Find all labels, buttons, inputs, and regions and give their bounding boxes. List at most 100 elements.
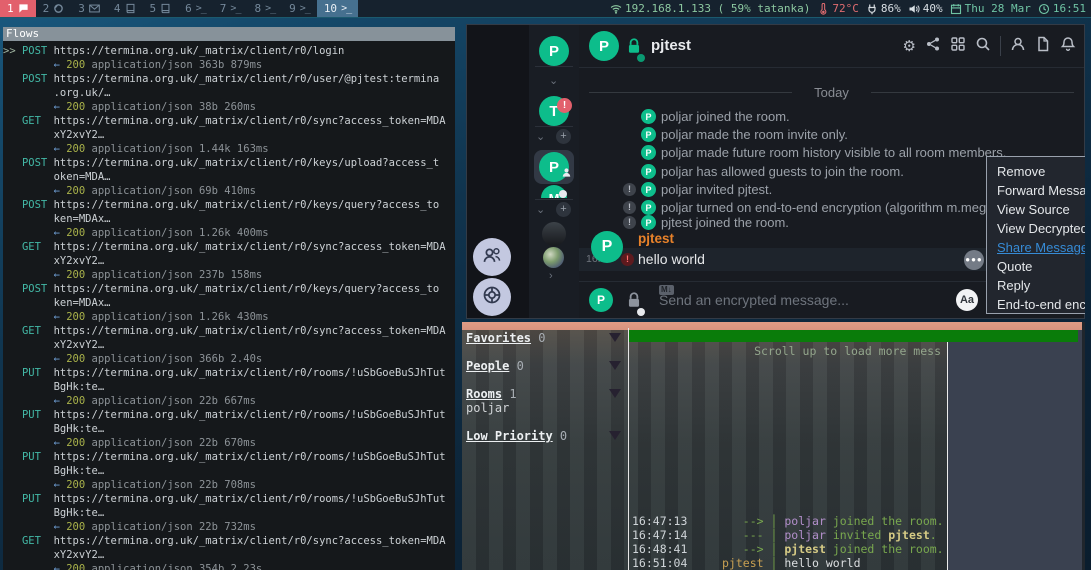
buffer-section-header[interactable]: Rooms 1 (466, 387, 628, 401)
chevron-down-icon[interactable]: ⌄ (549, 76, 558, 86)
flow-row[interactable]: POST https://termina.org.uk/_matrix/clie… (3, 72, 455, 114)
flow-row[interactable]: POST https://termina.org.uk/_matrix/clie… (3, 156, 455, 198)
request-url: https://termina.org.uk/_matrix/client/r0… (54, 493, 446, 505)
menu-item-quote[interactable]: Quote (987, 257, 1085, 276)
flow-request-line: PUT https://termina.org.uk/_matrix/clien… (3, 408, 455, 422)
log-prefix: --- (687, 528, 763, 542)
weechat-window: Favorites 0 People 0 Rooms 1poljar Low Prio… (462, 322, 1085, 570)
community-button[interactable] (473, 238, 511, 276)
menu-item-forward-message[interactable]: Forward Message (987, 181, 1085, 200)
presence-dot (559, 190, 567, 198)
flow-row[interactable]: PUT https://termina.org.uk/_matrix/clien… (3, 366, 455, 408)
http-method: PUT (22, 367, 54, 379)
chevron-right-icon[interactable]: › (549, 271, 553, 281)
workspace-6[interactable]: 6>_ (178, 0, 213, 17)
workspace-8[interactable]: 8>_ (247, 0, 282, 17)
buffer-section-rooms[interactable]: Rooms 1poljar (466, 387, 628, 415)
flow-row[interactable]: PUT https://termina.org.uk/_matrix/clien… (3, 492, 455, 534)
selected-room[interactable]: P (534, 150, 574, 184)
message-options-button[interactable]: ●●● (964, 250, 984, 270)
flow-selected-marker: >> (3, 45, 22, 57)
file-icon[interactable] (1035, 36, 1051, 57)
flow-row[interactable]: PUT https://termina.org.uk/_matrix/clien… (3, 408, 455, 450)
chevron-down-icon[interactable]: ⌄ (536, 205, 545, 215)
flow-row[interactable]: PUT https://termina.org.uk/_matrix/clien… (3, 450, 455, 492)
room-avatar-image[interactable] (542, 222, 566, 246)
member-icon[interactable] (1010, 36, 1026, 57)
text-segment (3, 521, 54, 533)
request-url: xY2xvY2… (3, 255, 104, 267)
buffer-section-header[interactable]: Low Priority 0 (466, 429, 628, 443)
collapse-triangle-icon[interactable] (609, 333, 621, 342)
buffer-item[interactable]: poljar (466, 401, 628, 415)
search-icon[interactable] (975, 36, 991, 57)
menu-item-remove[interactable]: Remove (987, 162, 1085, 181)
system-message-text: poljar joined the room. (661, 109, 790, 125)
add-room-button[interactable]: + (556, 129, 571, 144)
flow-selected-marker (3, 241, 22, 253)
request-url: https://termina.org.uk/_matrix/client/r0… (54, 451, 446, 463)
workspace-9[interactable]: 9>_ (282, 0, 317, 17)
flow-row[interactable]: POST https://termina.org.uk/_matrix/clie… (3, 282, 455, 324)
room-avatar-next-wrap[interactable]: M (541, 185, 567, 198)
buffer-section-header[interactable]: Favorites 0 (466, 331, 628, 345)
buffer-section-favorites[interactable]: Favorites 0 (466, 331, 628, 345)
workspace-1[interactable]: 1 (0, 0, 36, 17)
menu-item-view-source[interactable]: View Source (987, 200, 1085, 219)
share-icon[interactable] (925, 36, 941, 57)
status-segment: 72°C (817, 0, 859, 17)
buffer-section-label: People (466, 359, 509, 373)
room-avatar-image[interactable] (543, 247, 564, 268)
http-method: PUT (22, 493, 54, 505)
flow-row[interactable]: >> POST https://termina.org.uk/_matrix/c… (3, 44, 455, 72)
format-button[interactable]: Aa (956, 289, 978, 311)
workspace-7[interactable]: 7>_ (213, 0, 248, 17)
flow-selected-marker (3, 325, 22, 337)
workspace-4[interactable]: 4 (107, 0, 143, 17)
flow-row[interactable]: GET https://termina.org.uk/_matrix/clien… (3, 114, 455, 156)
warning-icon: ! (623, 201, 636, 214)
menu-item-end-to-end-encry[interactable]: End-to-end encry (987, 295, 1085, 314)
chat-log: 16:47:13 --> │ poljar joined the room.16… (632, 514, 944, 570)
terminal-icon: >_ (341, 0, 351, 17)
settings-icon[interactable]: ⚙ (903, 38, 916, 54)
collapse-triangle-icon[interactable] (609, 431, 621, 440)
composer-input[interactable]: Send an encrypted message... (659, 282, 849, 318)
flow-row[interactable]: GET https://termina.org.uk/_matrix/clien… (3, 240, 455, 282)
apps-icon[interactable] (950, 36, 966, 57)
request-url: https://termina.org.uk/_matrix/client/r0… (54, 283, 440, 295)
flow-row[interactable]: GET https://termina.org.uk/_matrix/clien… (3, 324, 455, 366)
add-room-button[interactable]: + (556, 202, 571, 217)
nicklist-separator[interactable] (947, 342, 948, 570)
buffer-section-header[interactable]: People 0 (466, 359, 628, 373)
workspace-3[interactable]: 3 (71, 0, 107, 17)
workspace-2[interactable]: 2 (36, 0, 72, 17)
menu-item-reply[interactable]: Reply (987, 276, 1085, 295)
log-prefix: --> (687, 542, 763, 556)
menu-item-share-message[interactable]: Share Message (987, 238, 1085, 257)
collapse-triangle-icon[interactable] (609, 389, 621, 398)
flow-row[interactable]: POST https://termina.org.uk/_matrix/clie… (3, 198, 455, 240)
help-button[interactable] (473, 278, 511, 316)
system-message-text: poljar has allowed guests to join the ro… (661, 164, 904, 180)
presence-person-icon (561, 165, 572, 183)
collapse-triangle-icon[interactable] (609, 361, 621, 370)
flow-request-line: POST https://termina.org.uk/_matrix/clie… (3, 156, 455, 170)
room-avatar[interactable]: P (589, 31, 619, 61)
workspace-10[interactable]: 10>_ (317, 0, 358, 17)
buffer-section-low-priority[interactable]: Low Priority 0 (466, 429, 628, 443)
flow-row[interactable]: GET https://termina.org.uk/_matrix/clien… (3, 534, 455, 570)
workspace-5[interactable]: 5 (143, 0, 179, 17)
flow-request-line: POST https://termina.org.uk/_matrix/clie… (3, 198, 455, 212)
request-url: .org.uk/… (3, 87, 110, 99)
user-avatar[interactable]: P (539, 36, 569, 66)
notifications-icon[interactable] (1060, 36, 1076, 57)
buffer-section-people[interactable]: People 0 (466, 359, 628, 373)
buffer-list-separator[interactable] (628, 328, 629, 570)
weechat-title-bar (629, 330, 1078, 342)
chevron-down-icon[interactable]: ⌄ (536, 132, 545, 142)
menu-item-view-decrypted-s[interactable]: View Decrypted S (987, 219, 1085, 238)
sender-avatar[interactable]: P (591, 231, 623, 263)
mail-icon (89, 3, 100, 14)
flow-response-line: ← 200 application/json 22b 670ms (3, 436, 455, 450)
